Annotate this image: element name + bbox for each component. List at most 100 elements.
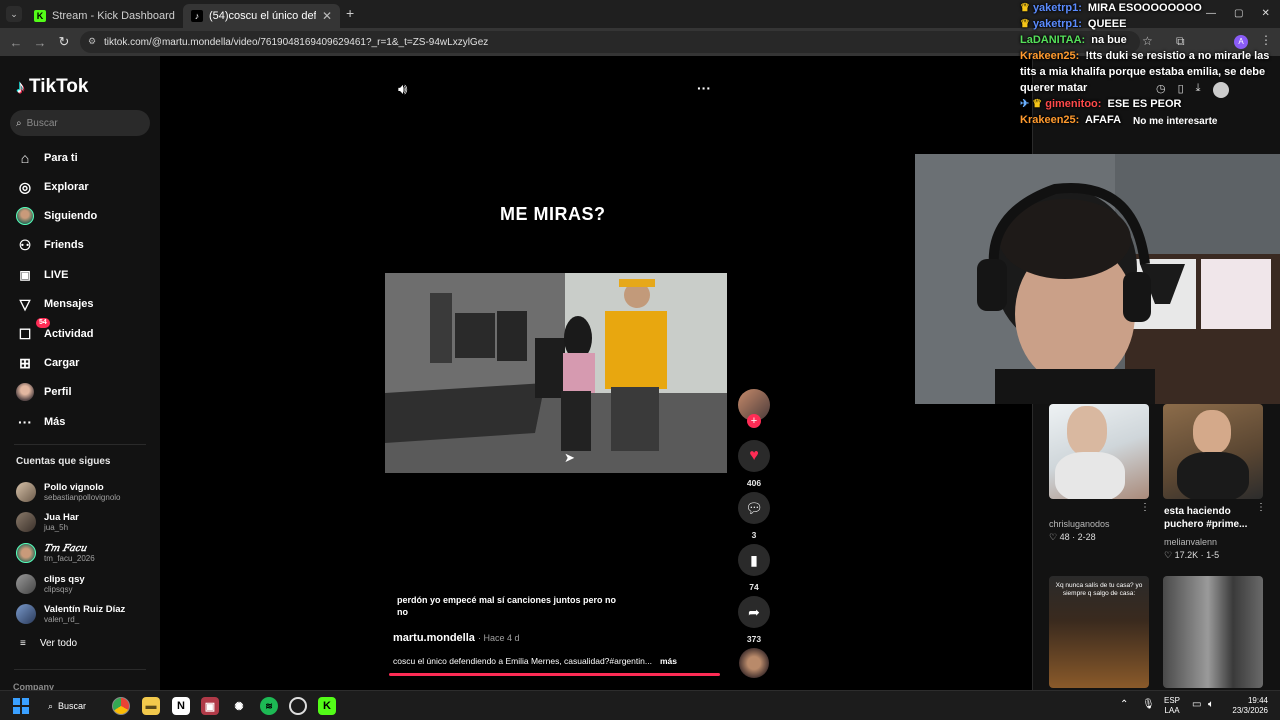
video-progress-bar[interactable] (389, 673, 720, 676)
friends-icon: ⚇ (18, 236, 32, 253)
video-thumbnail[interactable]: Xq nunca salís de tu casa? yo siempre q … (1049, 576, 1149, 688)
nav-actividad[interactable]: ☐ 54 Actividad (16, 318, 94, 345)
spotify-icon[interactable]: ≋ (260, 697, 278, 715)
nav-label: Cargar (44, 357, 80, 369)
search-icon: ⌕ (48, 700, 54, 711)
search-input[interactable]: ⌕ Buscar (10, 110, 150, 136)
follow-plus-icon[interactable]: + (747, 414, 761, 428)
following-account[interactable]: Valentín Ruiz Díaz valen_rd_ (16, 602, 125, 626)
avatar (16, 543, 36, 563)
nav-friends[interactable]: ⚇ Friends (16, 234, 84, 256)
video-author[interactable]: chrisluganodos (1049, 519, 1110, 529)
close-icon[interactable]: ✕ (316, 9, 332, 23)
clock[interactable]: 19:44 23/3/2026 (1228, 696, 1268, 716)
chat-text: na bue (1091, 34, 1127, 46)
tab-tiktok-video[interactable]: ♪ (54)coscu el único defendie... ✕ (183, 4, 340, 28)
nav-mensajes[interactable]: ▽ Mensajes (16, 293, 94, 315)
video-options-icon[interactable]: ⋮ (1140, 502, 1150, 513)
like-button[interactable]: ♥ 406 (738, 440, 770, 488)
nav-cargar[interactable]: ⊞ Cargar (16, 352, 79, 374)
see-all-link[interactable]: ≡ Ver todo (20, 638, 77, 649)
capture-app-icon[interactable]: ▣ (201, 697, 219, 715)
nav-label: Perfil (44, 386, 72, 398)
windows-start-icon[interactable] (12, 697, 30, 715)
network-icon[interactable]: ▭ (1192, 700, 1201, 710)
language-indicator[interactable]: ESP LAA (1164, 696, 1180, 716)
tab-list-dropdown[interactable]: ⌄ (6, 6, 22, 22)
video-options-icon[interactable]: ··· (697, 80, 711, 96)
video-thumbnail[interactable] (1049, 404, 1149, 499)
forward-icon[interactable]: → (28, 35, 52, 50)
file-explorer-icon[interactable]: ▬ (142, 697, 160, 715)
kick-favicon-icon: K (34, 10, 46, 22)
nav-siguiendo[interactable]: Siguiendo (16, 205, 97, 227)
minimize-icon[interactable]: — (1206, 8, 1216, 19)
chat-text: AFAFA (1084, 114, 1122, 126)
account-name: 𝑇𝑚 𝐹𝑎𝑐𝑢 (44, 543, 87, 554)
taskbar-search[interactable]: ⌕ Buscar (48, 696, 98, 716)
volume-icon[interactable]: 🔈︎ (1208, 700, 1214, 710)
nav-explorar[interactable]: ◎ Explorar (16, 176, 89, 198)
save-button[interactable]: ▮ 74 (738, 544, 770, 592)
nav-mas[interactable]: ··· Más (16, 411, 65, 433)
tray-overflow-icon[interactable]: ⌃ (1120, 700, 1128, 710)
more-link[interactable]: más (660, 656, 677, 666)
video-thumbnail[interactable] (1163, 576, 1263, 688)
description-text: coscu el único defendiendo a Emilia Mern… (393, 656, 652, 666)
nav-para-ti[interactable]: ⌂ Para ti (16, 147, 78, 169)
new-tab-icon[interactable]: + (346, 6, 354, 20)
avatar (16, 604, 36, 624)
sound-disc-button[interactable] (738, 648, 770, 678)
microphone-icon[interactable]: 🎙︎ (1142, 700, 1155, 710)
nav-live[interactable]: ▣ LIVE (16, 264, 68, 286)
video-description: coscu el único defendiendo a Emilia Mern… (393, 656, 723, 666)
messages-icon: ▽ (19, 295, 31, 312)
chatgpt-icon[interactable]: ✺ (230, 697, 248, 715)
following-account[interactable]: 𝑇𝑚 𝐹𝑎𝑐𝑢 tm_facu_2026 (16, 541, 95, 565)
nav-label: Friends (44, 239, 84, 251)
video-thumbnail[interactable] (1163, 404, 1263, 499)
home-icon: ⌂ (20, 150, 30, 166)
video-player[interactable] (385, 273, 727, 473)
url-bar[interactable]: ⚙ tiktok.com/@martu.mondella/video/76190… (80, 31, 1140, 53)
more-icon: ··· (18, 414, 32, 430)
nav-label: Actividad (44, 328, 94, 340)
share-button[interactable]: ➦ 373 (738, 596, 770, 644)
site-info-icon[interactable]: ⚙ (88, 36, 96, 47)
author-name: martu.mondella (393, 632, 475, 644)
lang-bottom: LAA (1164, 706, 1180, 715)
following-account[interactable]: Jua Har jua_5h (16, 510, 79, 534)
following-account[interactable]: clips qsy clipsqsy (16, 572, 85, 596)
chrome-icon[interactable] (112, 697, 130, 715)
kick-icon[interactable]: K (318, 697, 336, 715)
nav-label: LIVE (44, 269, 69, 281)
see-all-label: Ver todo (39, 638, 78, 649)
taskbar-search-label: Buscar (58, 701, 87, 711)
back-icon[interactable]: ← (4, 35, 28, 50)
video-overlay-text: ME MIRAS? (500, 204, 606, 224)
post-age: · Hace 4 d (477, 633, 520, 643)
following-account[interactable]: Pollo vignolo sebastianpollovignolo (16, 480, 121, 504)
author-avatar-button[interactable]: + (738, 389, 770, 428)
tab-kick-dashboard[interactable]: K Stream - Kick Dashboard ✕ (26, 4, 181, 28)
compass-icon: ◎ (18, 178, 32, 195)
tiktok-logo[interactable]: ♪ TikTok (16, 76, 88, 98)
video-title[interactable]: esta haciendo puchero #prime... (1164, 505, 1248, 531)
volume-icon[interactable]: 🔊︎ (398, 81, 407, 98)
close-icon[interactable]: ✕ (1261, 8, 1269, 19)
profile-icon (16, 383, 34, 401)
video-options-icon[interactable]: ⋮ (1256, 502, 1266, 513)
video-author[interactable]: melianvalenn (1164, 537, 1217, 547)
share-icon: ➦ (738, 596, 770, 628)
video-subtitle: perdón yo empecé mal sí canciones juntos… (397, 595, 617, 617)
reload-icon[interactable]: ↻ (52, 34, 76, 50)
nav-perfil[interactable]: Perfil (16, 381, 72, 403)
notion-icon[interactable]: N (172, 697, 190, 715)
obs-icon[interactable] (289, 697, 307, 715)
maximize-icon[interactable]: ▢ (1234, 8, 1243, 19)
nav-label: Mensajes (44, 298, 94, 310)
comment-button[interactable]: 💬︎ 3 (738, 492, 770, 540)
close-icon[interactable]: ✕ (175, 9, 182, 23)
save-count: 74 (749, 582, 759, 592)
video-author[interactable]: martu.mondella · Hace 4 d (393, 632, 520, 644)
